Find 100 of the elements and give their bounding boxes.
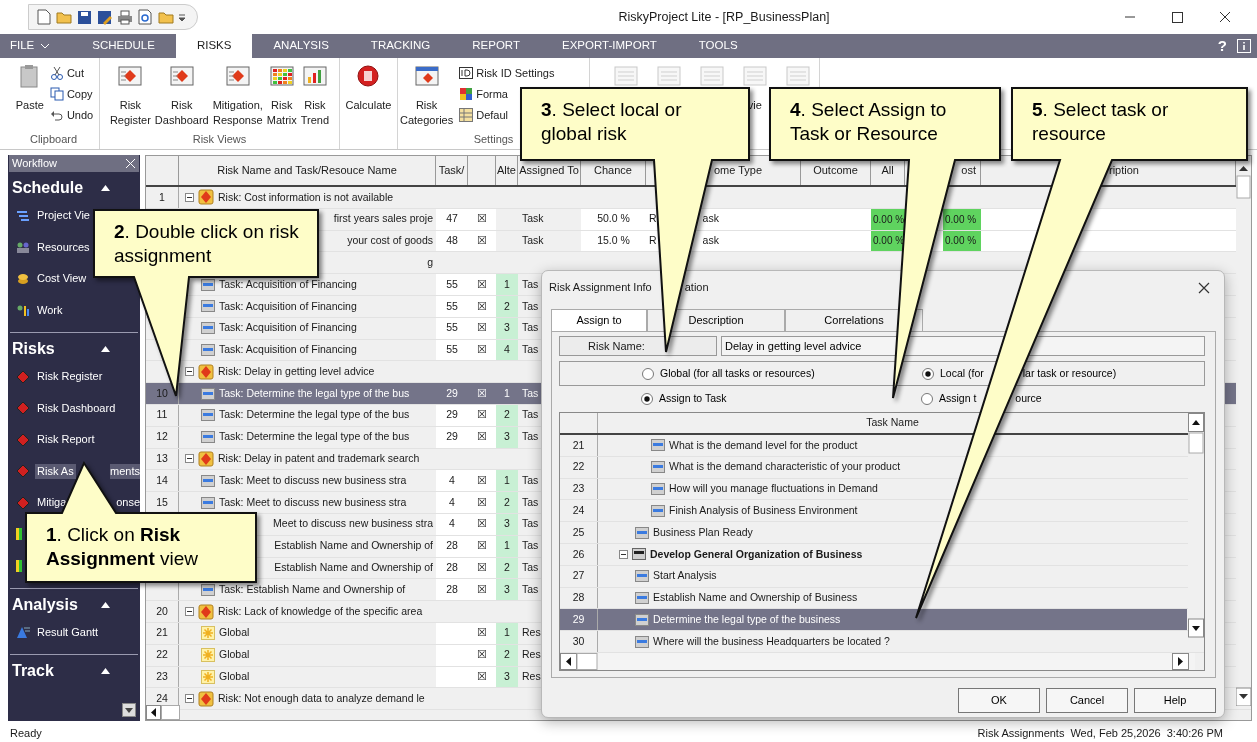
radio-option[interactable]: Global (for all tasks or resources) [642,365,922,382]
menu-tab[interactable]: EXPORT-IMPORT [541,34,678,58]
risk-assignment-name[interactable]: Risk: Cost information is not available [218,189,394,206]
collapse-icon[interactable] [185,694,194,704]
sidebar-item[interactable]: Risk Dashboard [16,400,118,416]
new-document-icon[interactable] [37,9,51,25]
risk-assignment-name[interactable]: Risk: Delay in patent and trademark search [218,451,420,467]
ribbon-button[interactable]: Risk Register [107,64,153,128]
column-header[interactable]: Chance [594,162,632,179]
checkbox-mark[interactable]: ☒ [468,644,496,666]
risk-assignment-name[interactable]: Task: Acquisition of Financing [219,276,357,293]
sidebar-item[interactable]: Cost View [16,271,89,287]
task-name[interactable]: How will you manage fluctuations in Demand [669,481,878,497]
ribbon-button[interactable]: Risk Categories [398,64,456,128]
sidebar-item-label[interactable]: onse [116,495,140,511]
dialog-tab[interactable]: Description [647,309,785,331]
task-name[interactable]: Finish Analysis of Business Environment [669,502,858,519]
menu-tab[interactable]: TOOLS [677,34,759,58]
magnifier-page-icon[interactable] [138,9,153,25]
menu-tab[interactable]: ANALYSIS [252,34,350,58]
checkbox-mark[interactable]: ☒ [468,557,496,579]
risk-assignment-name[interactable]: Task: Acquisition of Financing [219,320,357,337]
toolbar-dropdown-icon[interactable] [179,13,185,21]
mitigation-grid-icon[interactable] [224,64,251,88]
risk-assignment-name[interactable]: Risk: Lack of knowledge of the specific area [218,603,423,620]
ribbon-button[interactable]: Risk Dashboard [152,64,211,128]
risk-assignment-name[interactable]: Task: Acquisition of Financing [219,298,357,315]
categories-grid-icon[interactable] [413,64,440,88]
dropdown-button-icon[interactable] [122,703,136,717]
bar-chart-icon[interactable] [301,64,328,88]
column-header[interactable]: All [881,162,894,179]
menu-tab[interactable]: TRACKING [349,34,452,58]
checkbox-mark[interactable]: ☒ [468,296,496,317]
maximize-icon[interactable] [1172,11,1183,23]
risk-assignment-name[interactable]: Establish Name and Ownership of [274,560,433,576]
column-header[interactable]: Alte [497,162,516,179]
collapse-arrow-icon[interactable] [101,346,110,352]
dialog-button[interactable]: Help [1134,688,1216,713]
dialog-tab[interactable]: Assign to [551,309,647,331]
checkbox-mark[interactable]: ☒ [468,470,496,492]
register-grid-icon[interactable] [117,64,144,88]
column-header[interactable]: Task/ [438,162,465,179]
printer-icon[interactable] [117,9,133,25]
checkbox-mark[interactable]: ☒ [468,339,496,361]
collapse-icon[interactable] [619,549,628,559]
sidebar-item-label[interactable]: ments [110,463,140,479]
sidebar-item[interactable]: Project Vie [16,208,92,224]
column-header[interactable]: Task Name [866,415,919,431]
checkbox-mark[interactable]: ☒ [468,492,496,513]
checkbox-mark[interactable]: ☒ [468,274,496,295]
risk-assignment-name[interactable]: Meet to discuss new business stra [273,516,433,533]
risk-assignment-name[interactable]: Global [219,625,250,642]
checkbox-mark[interactable]: ☒ [468,666,496,688]
close-icon[interactable] [1198,281,1210,294]
sidebar-item[interactable] [16,527,22,542]
radio-button[interactable] [922,367,934,380]
checkbox-mark[interactable]: ☒ [468,208,496,230]
risk-assignment-name[interactable]: g [427,254,433,271]
ribbon-button[interactable]: Paste [13,64,46,113]
risk-assignment-name[interactable]: Risk: Not enough data to analyze demand le [218,690,425,707]
ribbon-button[interactable]: Defaul [459,106,508,124]
task-name[interactable]: What is the demand characteristic of your product [669,459,901,476]
ribbon-button[interactable]: Calculate [343,64,394,113]
menu-tab[interactable]: FILE [8,34,72,58]
chevron-down-icon[interactable] [40,43,51,49]
info-icon[interactable] [1237,39,1251,53]
dialog-button[interactable]: Cancel [1046,688,1128,713]
checkbox-mark[interactable]: ☒ [468,426,496,448]
risk-assignment-name[interactable]: Task: Acquisition of Financing [219,342,357,358]
menu-tab[interactable]: REPORT [451,34,541,58]
collapse-icon[interactable] [185,367,194,377]
sidebar-item[interactable]: Result Gantt [16,624,101,640]
dashboard-grid-icon[interactable] [168,64,195,88]
task-name[interactable]: Business Plan Ready [653,524,753,541]
sidebar-item[interactable] [16,558,22,573]
task-name[interactable]: What is the demand level for the product [669,437,858,454]
risk-assignment-name[interactable]: Task: Meet to discuss new business stra [219,494,407,511]
checkbox-mark[interactable]: ☒ [468,513,496,535]
checkbox-mark[interactable]: ☒ [468,579,496,601]
ribbon-button[interactable]: Cut [49,64,85,82]
menu-tab[interactable]: SCHEDULE [71,34,176,58]
risk-assignment-name[interactable]: Task: Determine the legal type of the bus [219,429,410,446]
column-header[interactable]: ription [1109,162,1139,179]
column-header[interactable]: Assigned To [519,162,579,179]
ribbon-button[interactable]: Forma [459,85,508,103]
collapse-icon[interactable] [185,192,194,202]
checkbox-mark[interactable]: ☒ [468,383,496,404]
risk-assignment-name[interactable]: your cost of goods [347,233,433,249]
ribbon-button[interactable]: Mitigation, Response [210,64,265,128]
help-button[interactable]: ? [1217,34,1233,58]
vertical-scrollbar[interactable] [1188,413,1204,638]
column-header[interactable]: ome Type [714,162,763,179]
ribbon-button[interactable]: Copy [49,85,93,103]
radio-option[interactable]: Assign t ource [921,391,1042,407]
menu-tab[interactable]: RISKS [175,34,253,58]
task-name[interactable]: Start Analysis [653,568,717,585]
risk-assignment-name[interactable]: Global [219,669,250,685]
risk-assignment-name[interactable]: Task: Meet to discuss new business stra [219,472,407,489]
radio-button[interactable] [642,367,654,380]
collapse-icon[interactable] [185,454,194,464]
